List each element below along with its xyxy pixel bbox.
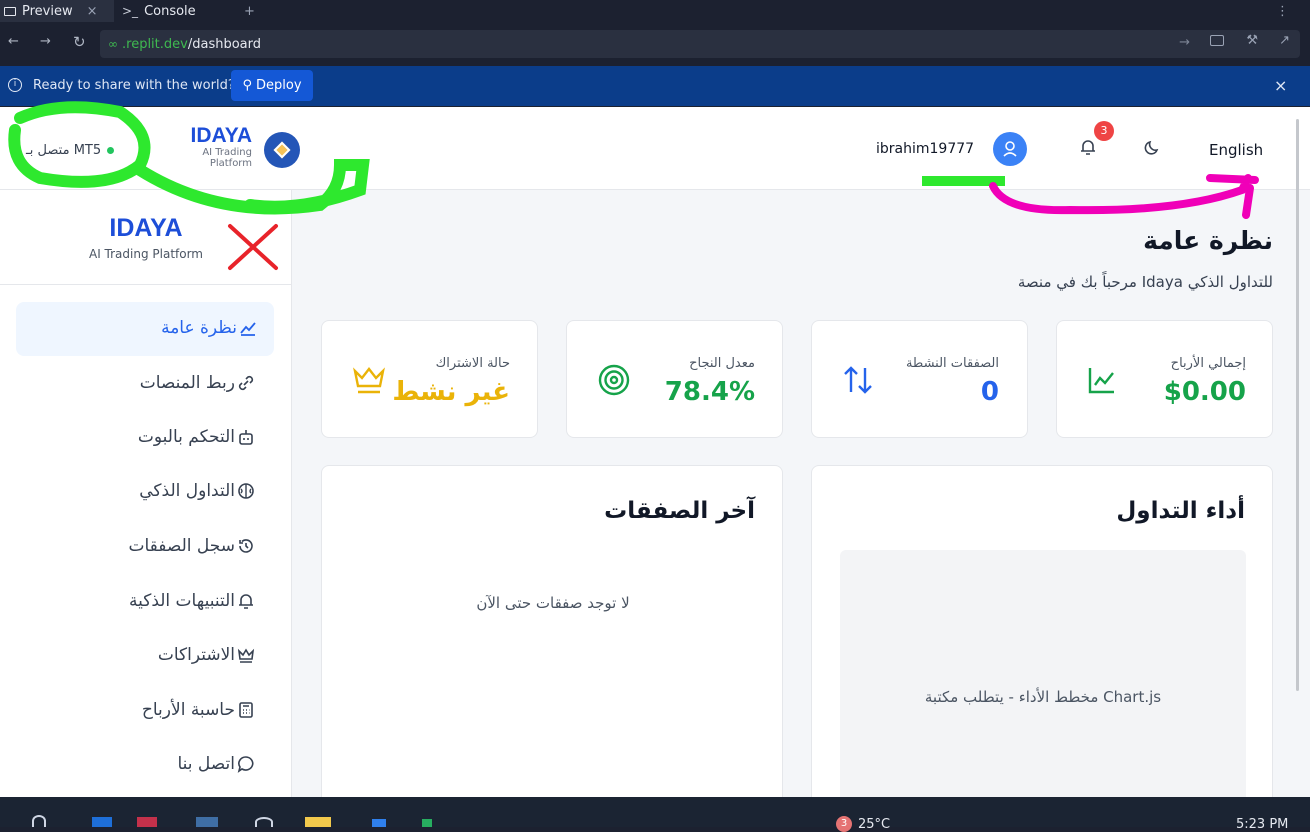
annotation-arrow (989, 174, 1259, 219)
annotation-scribble (8, 101, 370, 215)
annotation-cross (228, 224, 278, 270)
annotation-overlay (8, 101, 1259, 270)
